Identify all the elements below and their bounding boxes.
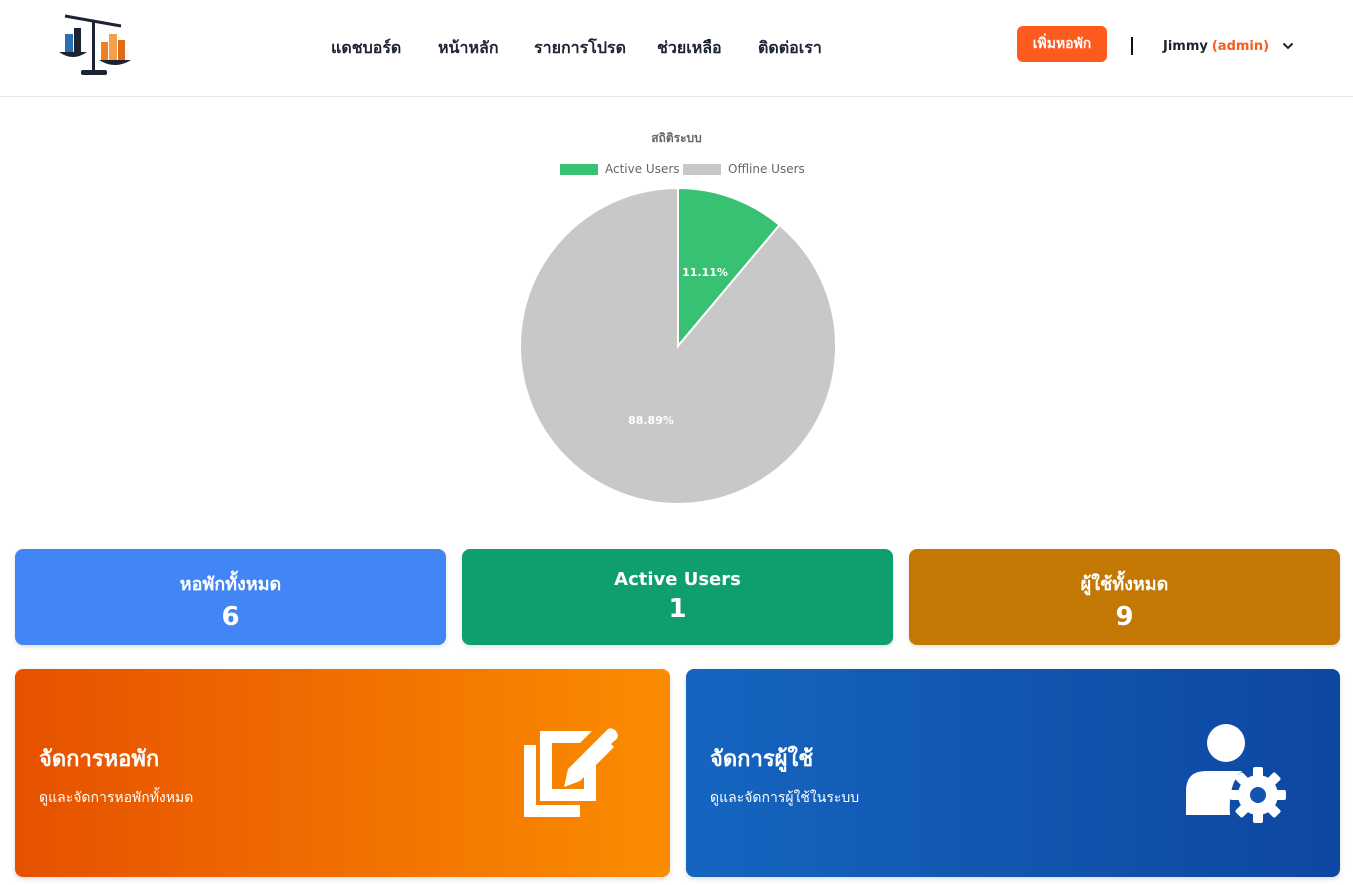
chevron-down-icon[interactable]: [1281, 39, 1295, 53]
user-settings-icon: [1186, 724, 1286, 823]
stat-label: หอพักทั้งหมด: [179, 574, 282, 595]
users-pie-chart: 11.11% 88.89%: [519, 186, 837, 505]
nav-contact[interactable]: ติดต่อเรา: [758, 36, 822, 61]
stat-card-all-users: ผู้ใช้ทั้งหมด 9: [909, 549, 1340, 645]
user-menu[interactable]: Jimmy (admin): [1163, 36, 1295, 56]
stat-label: ผู้ใช้ทั้งหมด: [1080, 574, 1169, 595]
user-name: Jimmy: [1163, 38, 1208, 54]
manage-dorms-title: จัดการหอพัก: [39, 747, 160, 772]
stat-card-active-users: Active Users 1: [462, 549, 893, 645]
add-dorm-button[interactable]: เพิ่มหอพัก: [1017, 26, 1107, 62]
nav-dashboard[interactable]: แดชบอร์ด: [331, 36, 401, 61]
stat-card-dorms: หอพักทั้งหมด 6: [15, 549, 446, 645]
chart-legend: Active Users Offline Users: [0, 162, 1353, 180]
stat-value: 9: [1115, 602, 1134, 632]
nav-favorites[interactable]: รายการโปรด: [534, 36, 626, 61]
manage-users-card[interactable]: จัดการผู้ใช้ ดูและจัดการผู้ใช้ในระบบ: [686, 669, 1340, 877]
chart-title: สถิติระบบ: [651, 131, 702, 145]
manage-dorms-card[interactable]: จัดการหอพัก ดูและจัดการหอพักทั้งหมด: [15, 669, 670, 877]
pie-slice-offline[interactable]: [519, 186, 837, 505]
nav-home[interactable]: หน้าหลัก: [438, 36, 499, 61]
stat-value: 1: [668, 594, 687, 624]
header-divider: [1131, 37, 1133, 55]
legend-label-active: Active Users: [605, 162, 680, 176]
legend-label-offline: Offline Users: [728, 162, 805, 176]
pie-label-active: 11.11%: [682, 266, 728, 279]
pie-label-offline: 88.89%: [628, 414, 674, 427]
manage-dorms-desc: ดูและจัดการหอพักทั้งหมด: [39, 790, 194, 806]
stat-value: 6: [221, 602, 240, 632]
edit-document-icon: [524, 728, 618, 817]
legend-item-active[interactable]: Active Users: [560, 162, 680, 176]
legend-swatch-offline: [683, 163, 721, 175]
user-role: (admin): [1211, 38, 1270, 54]
manage-users-title: จัดการผู้ใช้: [710, 747, 814, 772]
nav-help[interactable]: ช่วยเหลือ: [657, 36, 722, 61]
legend-item-offline[interactable]: Offline Users: [683, 162, 805, 176]
legend-swatch-active: [560, 163, 598, 175]
manage-users-desc: ดูและจัดการผู้ใช้ในระบบ: [710, 790, 860, 806]
stat-label: Active Users: [614, 569, 741, 590]
main-nav: แดชบอร์ด หน้าหลัก รายการโปรด ช่วยเหลือ ต…: [0, 36, 1353, 58]
top-navbar: แดชบอร์ด หน้าหลัก รายการโปรด ช่วยเหลือ ต…: [0, 0, 1353, 97]
